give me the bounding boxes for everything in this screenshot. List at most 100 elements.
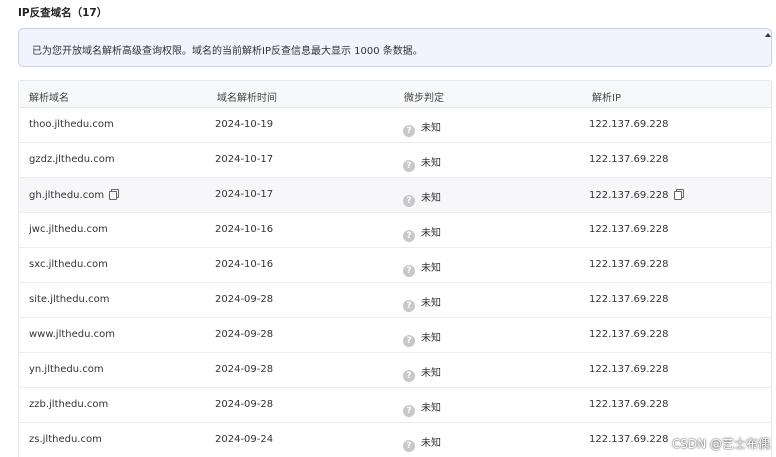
domain-cell[interactable]: zzb.jlthedu.com [29, 399, 108, 410]
time-cell: 2024-10-17 [215, 189, 274, 200]
table-row[interactable]: zs.jlthedu.com 2024-09-24? 未知 122.137.69.22… [19, 423, 771, 457]
time-cell: 2024-10-17 [215, 154, 274, 165]
permission-notice: 已为您开放域名解析高级查询权限。域名的当前解析IP反查信息最大显示 1000 条… [18, 28, 772, 67]
ip-link[interactable]: 122.137.69.228 [589, 294, 669, 305]
table-row[interactable]: gh.jlthedu.com 2024-10-17? 未知 122.137.69.22… [19, 178, 771, 213]
domain-link[interactable]: yn.jlthedu.com [29, 364, 104, 375]
verdict-label: 未知 [421, 438, 441, 449]
ip-link[interactable]: 122.137.69.228 [589, 329, 669, 340]
verdict-label: 未知 [421, 368, 441, 379]
question-circle-icon: ? [403, 125, 415, 137]
watermark: CSDN @艺士布偶 [671, 437, 770, 451]
ip-link[interactable]: 122.137.69.228 [589, 154, 669, 165]
domain-link[interactable]: sxc.jlthedu.com [29, 259, 108, 270]
time-cell: 2024-09-28 [215, 294, 274, 305]
ip-cell[interactable]: 122.137.69.228 [589, 224, 669, 235]
verdict-cell: ? 未知 [403, 224, 441, 242]
verdict-cell: ? 未知 [403, 259, 441, 277]
page-title: IP反查域名（17） [18, 7, 108, 19]
domain-cell[interactable]: thoo.jlthedu.com [29, 119, 114, 130]
domain-link[interactable]: gh.jlthedu.com [29, 190, 104, 201]
table-row[interactable]: gzdz.jlthedu.com 2024-10-17? 未知 122.137.69.… [19, 143, 771, 178]
ip-link[interactable]: 122.137.69.228 [589, 434, 669, 445]
header-verdict: 微步判定 [404, 93, 444, 104]
table-row[interactable]: sxc.jlthedu.com 2024-10-16? 未知 122.137.69.2… [19, 248, 771, 283]
ip-reverse-table: 解析域名 域名解析时间 微步判定 解析IP thoo.jlthedu.com 20… [18, 80, 772, 457]
domain-link[interactable]: zzb.jlthedu.com [29, 399, 108, 410]
time-cell: 2024-10-16 [215, 224, 274, 235]
domain-cell[interactable]: gh.jlthedu.com [29, 189, 120, 201]
table-row[interactable]: www.jlthedu.com 2024-09-28 ? 未知 122.137.69.2… [19, 318, 771, 353]
verdict-cell: ? 未知 [403, 329, 441, 347]
verdict-cell: ? 未知 [403, 434, 441, 452]
ip-link[interactable]: 122.137.69.228 [589, 190, 669, 201]
table-row[interactable]: site.jlthedu.com 2024-09-28? 未知 122.137.69.… [19, 283, 771, 318]
verdict-label: 未知 [421, 333, 441, 344]
verdict-label: 未知 [421, 403, 441, 414]
domain-cell[interactable]: jwc.jlthedu.com [29, 224, 108, 235]
notice-text: 已为您开放域名解析高级查询权限。域名的当前解析IP反查信息最大显示 1000 条… [32, 46, 423, 57]
verdict-label: 未知 [421, 263, 441, 274]
domain-cell[interactable]: sxc.jlthedu.com [29, 259, 108, 270]
question-circle-icon: ? [403, 440, 415, 452]
table-row[interactable]: jwc.jlthedu.com 2024-10-16? 未知 122.137.69.2… [19, 213, 771, 248]
question-circle-icon: ? [403, 195, 415, 207]
ip-cell[interactable]: 122.137.69.228 [589, 119, 669, 130]
verdict-label: 未知 [421, 228, 441, 239]
time-cell: 2024-09-28 [215, 364, 274, 375]
domain-link[interactable]: zs.jlthedu.com [29, 434, 102, 445]
ip-cell[interactable]: 122.137.69.228 [589, 189, 684, 201]
domain-link[interactable]: site.jlthedu.com [29, 294, 109, 305]
time-cell: 2024-09-28 [215, 329, 274, 340]
question-circle-icon: ? [403, 265, 415, 277]
ip-cell[interactable]: 122.137.69.228 [589, 329, 669, 340]
ip-link[interactable]: 122.137.69.228 [589, 399, 669, 410]
domain-cell[interactable]: zs.jlthedu.com [29, 434, 102, 445]
domain-cell[interactable]: www.jlthedu.com [29, 329, 115, 340]
domain-cell[interactable]: site.jlthedu.com [29, 294, 109, 305]
scroll-up-arrow-icon[interactable] [765, 33, 771, 37]
ip-cell[interactable]: 122.137.69.228 [589, 364, 669, 375]
time-cell: 2024-10-19 [215, 119, 274, 130]
ip-cell[interactable]: 122.137.69.228 [589, 399, 669, 410]
table-row[interactable]: zzb.jlthedu.com 2024-09-28? 未知 122.137.69.2… [19, 388, 771, 423]
domain-link[interactable]: gzdz.jlthedu.com [29, 154, 115, 165]
time-cell: 2024-09-24 [215, 434, 274, 445]
copy-icon[interactable] [673, 189, 684, 200]
time-cell: 2024-10-16 [215, 259, 274, 270]
question-circle-icon: ? [403, 405, 415, 417]
verdict-label: 未知 [421, 123, 441, 134]
verdict-label: 未知 [421, 158, 441, 169]
domain-link[interactable]: thoo.jlthedu.com [29, 119, 114, 130]
question-circle-icon: ? [403, 300, 415, 312]
ip-link[interactable]: 122.137.69.228 [589, 224, 669, 235]
header-ip: 解析IP [592, 93, 621, 104]
verdict-label: 未知 [421, 193, 441, 204]
domain-link[interactable]: www.jlthedu.com [29, 329, 115, 340]
ip-link[interactable]: 122.137.69.228 [589, 364, 669, 375]
table-row[interactable]: thoo.jlthedu.com 2024-10-19? 未知 122.137.69.… [19, 108, 771, 143]
table-row[interactable]: yn.jlthedu.com 2024-09-28? 未知 122.137.69.22… [19, 353, 771, 388]
ip-link[interactable]: 122.137.69.228 [589, 119, 669, 130]
copy-icon[interactable] [109, 189, 120, 200]
question-circle-icon: ? [403, 160, 415, 172]
ip-cell[interactable]: 122.137.69.228 [589, 294, 669, 305]
table-header: 解析域名 域名解析时间 微步判定 解析IP [19, 81, 771, 108]
verdict-cell: ? 未知 [403, 294, 441, 312]
domain-link[interactable]: jwc.jlthedu.com [29, 224, 108, 235]
verdict-cell: ? 未知 [403, 119, 441, 137]
ip-cell[interactable]: 122.137.69.228 [589, 434, 669, 445]
ip-cell[interactable]: 122.137.69.228 [589, 154, 669, 165]
domain-cell[interactable]: yn.jlthedu.com [29, 364, 104, 375]
verdict-cell: ? 未知 [403, 364, 441, 382]
question-circle-icon: ? [403, 230, 415, 242]
verdict-cell: ? 未知 [403, 154, 441, 172]
ip-cell[interactable]: 122.137.69.228 [589, 259, 669, 270]
domain-cell[interactable]: gzdz.jlthedu.com [29, 154, 115, 165]
question-circle-icon: ? [403, 370, 415, 382]
verdict-label: 未知 [421, 298, 441, 309]
table-body: thoo.jlthedu.com 2024-10-19? 未知 122.137.69.… [19, 108, 771, 457]
verdict-cell: ? 未知 [403, 399, 441, 417]
ip-link[interactable]: 122.137.69.228 [589, 259, 669, 270]
verdict-cell: ? 未知 [403, 189, 441, 207]
